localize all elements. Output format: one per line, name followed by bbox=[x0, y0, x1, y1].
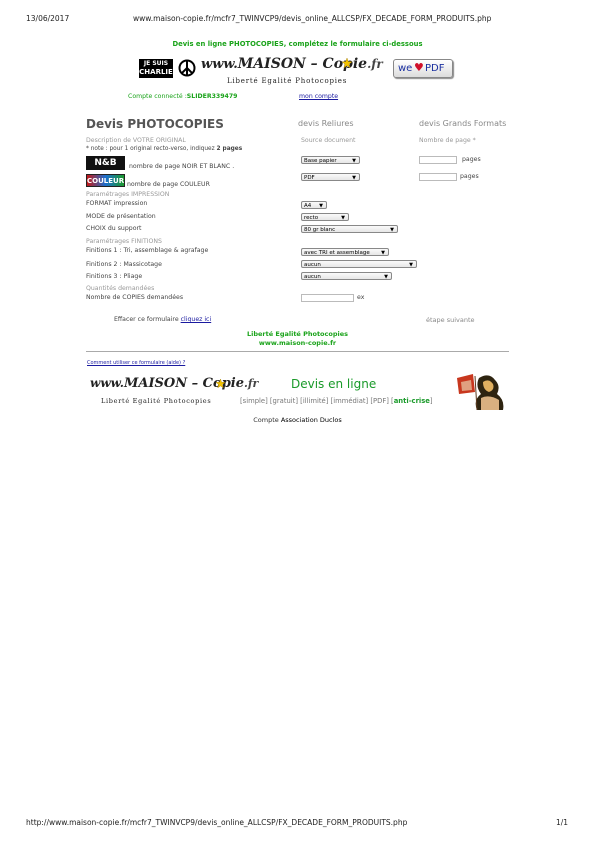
section-finitions: Paramétrages FINITIONS bbox=[86, 238, 162, 245]
nb-pages-input[interactable] bbox=[419, 156, 457, 164]
dropdown-arrow-icon: ▼ bbox=[384, 274, 388, 280]
fin2-select[interactable]: aucun ▼ bbox=[301, 260, 417, 268]
bottom-logo-www: www. bbox=[90, 376, 124, 390]
we-love-pdf-button[interactable]: we ♥ PDF bbox=[393, 59, 453, 78]
fin1-label: Finitions 1 : Tri, assemblage & agrafage bbox=[86, 247, 209, 254]
account-footer: Compte Association Duclos bbox=[0, 416, 595, 424]
tags-end: ] bbox=[429, 397, 433, 405]
section-impression: Paramétrages IMPRESSION bbox=[86, 191, 170, 198]
format-label: FORMAT impression bbox=[86, 200, 148, 207]
fin3-select[interactable]: aucun ▼ bbox=[301, 272, 392, 280]
couleur-badge: COULEUR bbox=[86, 174, 125, 187]
note-bold: 2 pages bbox=[216, 146, 243, 152]
copies-input[interactable] bbox=[301, 294, 354, 302]
account-footer-prefix: Compte bbox=[253, 416, 279, 424]
next-step-button[interactable]: étape suivante bbox=[426, 316, 475, 324]
account-footer-name: Association Duclos bbox=[280, 416, 342, 424]
devis-title: Devis en ligne bbox=[291, 377, 377, 391]
print-url: www.maison-copie.fr/mcfr7_TWINVCP9/devis… bbox=[133, 14, 492, 23]
dropdown-arrow-icon: ▼ bbox=[390, 227, 394, 233]
print-footer-url: http://www.maison-copie.fr/mcfr7_TWINVCP… bbox=[26, 818, 408, 827]
fin3-value: aucun bbox=[304, 274, 321, 280]
maison-copie-logo[interactable]: www.MAISON – Copie.fr Liberté Egalité Ph… bbox=[201, 53, 387, 89]
pages-header: Nombre de page * bbox=[419, 137, 476, 144]
charlie-line2: CHARLIE bbox=[139, 68, 173, 76]
dropdown-arrow-icon: ▼ bbox=[352, 175, 356, 181]
tab-reliures[interactable]: devis Reliures bbox=[298, 119, 354, 128]
bottom-logo-tld: .fr bbox=[244, 377, 259, 390]
connected-label: Compte connecté : bbox=[128, 93, 187, 100]
dropdown-arrow-icon: ▼ bbox=[409, 262, 413, 268]
star-icon bbox=[215, 373, 226, 389]
dropdown-arrow-icon: ▼ bbox=[319, 203, 323, 209]
clear-prefix: Effacer ce formulaire bbox=[114, 316, 181, 323]
fin1-value: avec TRI et assemblage bbox=[304, 250, 370, 256]
clear-form-link[interactable]: cliquez ici bbox=[181, 316, 212, 323]
footer-slogan: Liberté Egalité Photocopies bbox=[246, 330, 349, 338]
note-text: * note : pour 1 original recto-verso, in… bbox=[86, 146, 242, 152]
mode-label: MODE de présentation bbox=[86, 213, 156, 220]
account-connected: Compte connecté :SLIDER339479 bbox=[128, 93, 237, 100]
dropdown-arrow-icon: ▼ bbox=[352, 158, 356, 164]
nb-label: nombre de page NOIR ET BLANC . bbox=[129, 163, 235, 170]
mode-value: recto bbox=[304, 215, 319, 221]
format-select[interactable]: A4 ▼ bbox=[301, 201, 327, 209]
color-label: nombre de page COULEUR bbox=[127, 181, 210, 188]
print-date: 13/06/2017 bbox=[26, 14, 70, 23]
nb-badge: N&B bbox=[86, 156, 125, 170]
pdf-text: PDF bbox=[425, 63, 445, 74]
fin2-value: aucun bbox=[304, 262, 321, 268]
fin2-label: Finitions 2 : Massicotage bbox=[86, 261, 162, 268]
star-icon bbox=[341, 53, 353, 69]
section-quantites: Quantités demandées bbox=[86, 285, 155, 292]
clear-form-text: Effacer ce formulaire cliquez ici bbox=[114, 316, 211, 323]
logo-tagline: Liberté Egalité Photocopies bbox=[227, 77, 348, 85]
tab-grands-formats[interactable]: devis Grands Formats bbox=[419, 119, 506, 128]
dropdown-arrow-icon: ▼ bbox=[341, 215, 345, 221]
devis-tags: [simple] [gratuit] [illimité] [immédiat]… bbox=[240, 397, 433, 405]
je-suis-charlie-badge: JE SUIS CHARLIE bbox=[139, 59, 173, 78]
connected-user: SLIDER339479 bbox=[186, 93, 238, 100]
bottom-logo[interactable]: www.MAISON – Copie.fr Liberté Egalité Ph… bbox=[90, 372, 258, 408]
tags-highlight: anti-crise bbox=[393, 397, 430, 405]
fin3-label: Finitions 3 : Pliage bbox=[86, 273, 143, 280]
copies-label: Nombre de COPIES demandées bbox=[86, 294, 184, 301]
intro-text: Devis en ligne PHOTOCOPIES, complétez le… bbox=[172, 40, 423, 48]
help-link[interactable]: Comment utiliser ce formulaire (aide) ? bbox=[87, 360, 185, 366]
tab-photocopies[interactable]: Devis PHOTOCOPIES bbox=[86, 117, 224, 131]
footer-site: www.maison-copie.fr bbox=[258, 339, 337, 347]
dropdown-arrow-icon: ▼ bbox=[381, 250, 385, 256]
nb-pages-unit: pages bbox=[462, 156, 481, 163]
tags-text: [simple] [gratuit] [illimité] [immédiat]… bbox=[240, 397, 394, 405]
color-source-value: PDF bbox=[304, 175, 315, 181]
bottom-logo-tagline: Liberté Egalité Photocopies bbox=[101, 397, 212, 405]
mode-select[interactable]: recto ▼ bbox=[301, 213, 349, 221]
note-prefix: * note : pour 1 original recto-verso, in… bbox=[86, 146, 217, 152]
peace-icon bbox=[178, 59, 196, 77]
logo-www: www. bbox=[201, 57, 238, 72]
nb-source-value: Base papier bbox=[304, 158, 337, 164]
charlie-line1: JE SUIS bbox=[143, 60, 169, 67]
fin1-select[interactable]: avec TRI et assemblage ▼ bbox=[301, 248, 389, 256]
color-source-select[interactable]: PDF ▼ bbox=[301, 173, 360, 181]
we-text: we bbox=[398, 63, 413, 74]
bottom-logo-main: MAISON – Copie bbox=[123, 376, 244, 391]
format-value: A4 bbox=[304, 203, 312, 209]
section-description: Description de VOTRE ORIGINAL bbox=[86, 137, 186, 144]
source-header: Source document bbox=[301, 137, 356, 144]
color-pages-unit: pages bbox=[460, 173, 479, 180]
flag-mascot-icon bbox=[455, 372, 507, 412]
nb-source-select[interactable]: Base papier ▼ bbox=[301, 156, 360, 164]
support-label: CHOIX du support bbox=[86, 225, 142, 232]
support-value: 80 gr blanc bbox=[304, 227, 336, 233]
copies-unit: ex bbox=[357, 294, 365, 301]
color-pages-input[interactable] bbox=[419, 173, 457, 181]
heart-icon: ♥ bbox=[414, 61, 424, 74]
logo-tld: .fr bbox=[367, 57, 383, 71]
support-select[interactable]: 80 gr blanc ▼ bbox=[301, 225, 398, 233]
my-account-link[interactable]: mon compte bbox=[299, 93, 338, 100]
divider bbox=[86, 351, 509, 352]
print-page-number: 1/1 bbox=[556, 818, 569, 827]
